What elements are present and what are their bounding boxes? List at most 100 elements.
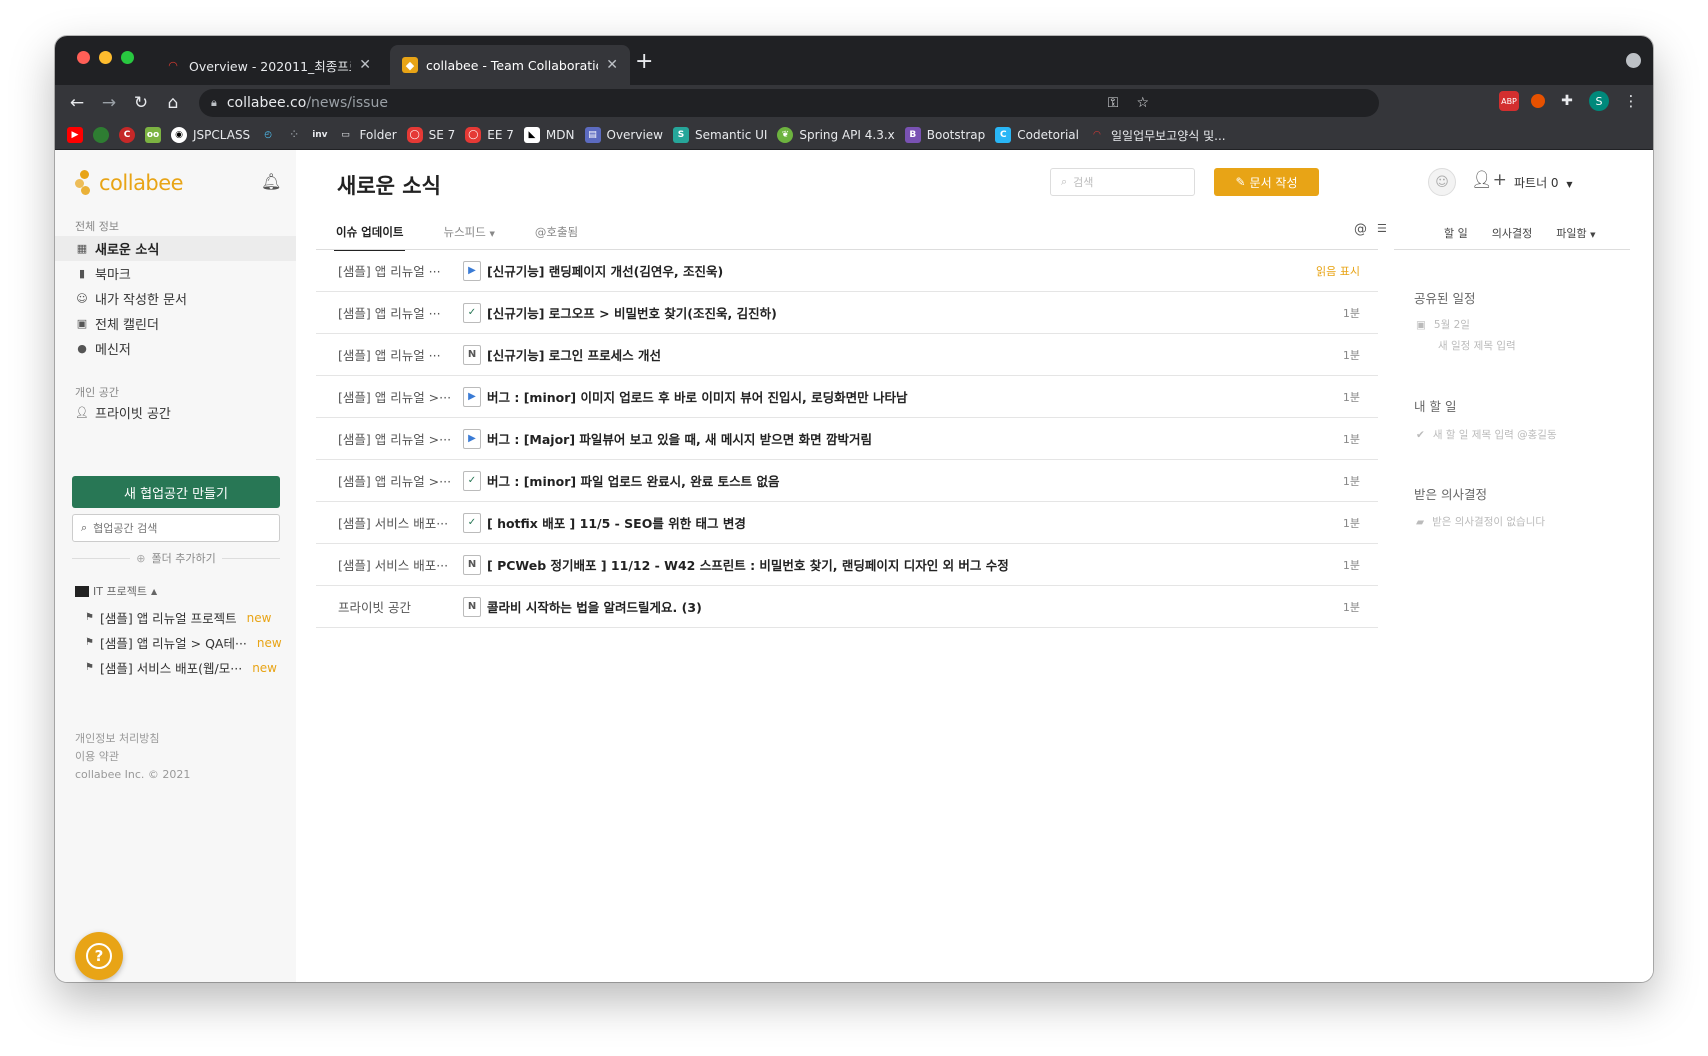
bookmark-jspclass[interactable]: ◉ JSPCLASS	[171, 127, 250, 143]
bookmark-inv[interactable]: inv	[312, 130, 327, 140]
close-window-button[interactable]	[77, 51, 90, 64]
bookmark-mdn[interactable]: ◣ MDN	[523, 127, 575, 143]
check-icon: ✓	[463, 512, 481, 533]
bookmark-overview[interactable]: ▤ Overview	[584, 127, 663, 143]
workspace-search[interactable]: ⌕	[72, 514, 280, 542]
tab-newsfeed[interactable]: 뉴스피드 ▼	[423, 216, 514, 250]
bookmark-dots[interactable]: ⁘	[286, 127, 302, 143]
write-document-button[interactable]: ✎ 문서 작성	[1214, 168, 1319, 196]
maximize-window-button[interactable]	[121, 51, 134, 64]
new-schedule-input[interactable]: 새 일정 제목 입력	[1438, 338, 1516, 353]
puzzle-icon[interactable]: ✚	[1557, 91, 1577, 111]
browser-tab-collabee[interactable]: ◆ collabee - Team Collaboration ✕	[390, 45, 630, 85]
feed-row[interactable]: [샘플] 서비스 배포··· N [ PCWeb 정기배포 ] 11/12 - …	[316, 544, 1378, 586]
calendar-icon: ▣	[76, 317, 88, 330]
project-item[interactable]: ⚑ [샘플] 앱 리뉴얼 > QA테··· new	[85, 633, 285, 652]
feed-title: [신규기능] 랜딩페이지 개선(김연우, 조진욱)	[487, 264, 724, 279]
collabee-logo[interactable]: collabee	[75, 170, 184, 196]
tab-close-icon[interactable]: ✕	[359, 57, 371, 73]
feed-row[interactable]: [샘플] 서비스 배포··· ✓ [ hotfix 배포 ] 11/5 - SE…	[316, 502, 1378, 544]
search-field[interactable]: ⌕ 검색	[1050, 168, 1195, 196]
bookmark-gauge[interactable]: ◴	[260, 127, 276, 143]
sidebar-item-messenger[interactable]: ● 메신저	[55, 336, 296, 361]
browser-tab-overview[interactable]: ◠ Overview - 202011_최종프로젝트 ✕	[153, 45, 383, 85]
feed-row[interactable]: [샘플] 앱 리뉴얼 >··· ✓ 버그 : [minor] 파일 업로드 완료…	[316, 460, 1378, 502]
tab-search-icon[interactable]	[1626, 53, 1641, 68]
footer-links: 개인정보 처리방침 이용 약관 collabee Inc. © 2021	[75, 730, 190, 784]
extension-icon[interactable]	[1531, 94, 1545, 108]
minimize-window-button[interactable]	[99, 51, 112, 64]
back-icon[interactable]: ←	[61, 93, 93, 113]
key-icon[interactable]: ⚿	[1108, 95, 1119, 111]
feed-row[interactable]: [샘플] 앱 리뉴얼 ··· ✓ [신규기능] 로그오프 > 비밀번호 찾기(조…	[316, 292, 1378, 334]
bookmark-spring[interactable]: ❦ Spring API 4.3.x	[777, 127, 895, 143]
home-icon[interactable]: ⌂	[157, 93, 189, 113]
bookmark-se7[interactable]: ◯ SE 7	[406, 127, 455, 143]
calendar-icon: ▣	[1416, 318, 1426, 331]
adblock-extension-icon[interactable]: ABP	[1499, 91, 1519, 111]
tab-title: collabee - Team Collaboration	[426, 57, 599, 73]
bookmark-folder[interactable]: ▭ Folder	[338, 127, 396, 143]
new-tab-icon[interactable]: +	[635, 49, 653, 74]
profile-avatar[interactable]: S	[1589, 91, 1609, 111]
logo-text: collabee	[99, 171, 184, 195]
bookmark-report[interactable]: ◠ 일일업무보고양식 및...	[1089, 127, 1226, 144]
address-bar[interactable]: 🔒︎ collabee.co/news/issue ⚿ ☆	[199, 89, 1379, 117]
tab-todo[interactable]: 할 일	[1444, 225, 1468, 241]
forward-icon[interactable]: →	[93, 93, 125, 113]
project-item[interactable]: ⚑ [샘플] 서비스 배포(웹/모··· new	[85, 658, 285, 677]
tab-issue-update[interactable]: 이슈 업데이트	[316, 216, 423, 251]
bookmark-ee7[interactable]: ◯ EE 7	[465, 127, 514, 143]
tab-files[interactable]: 파일함 ▼	[1556, 225, 1595, 241]
add-folder-button[interactable]: ⊕ 폴더 추가하기	[72, 550, 280, 566]
feed-row[interactable]: [샘플] 앱 리뉴얼 ··· N [신규기능] 로그인 프로세스 개선 1분	[316, 334, 1378, 376]
more-menu-icon[interactable]: ⋮	[1621, 91, 1641, 111]
search-icon: ⌕	[1061, 175, 1068, 188]
bookmark-semantic[interactable]: S Semantic UI	[673, 127, 767, 143]
reload-icon[interactable]: ↻	[125, 93, 157, 113]
workspace-search-input[interactable]	[93, 521, 264, 535]
window-controls	[77, 51, 134, 64]
play-icon: ▶	[463, 386, 481, 407]
help-button[interactable]: ?	[75, 932, 123, 980]
new-badge: new	[256, 635, 282, 650]
add-user-icon[interactable]: 👤︎+	[1471, 170, 1507, 190]
feed-row[interactable]: 프라이빗 공간 N 콜라비 시작하는 법을 알려드릴게요. (3) 1분	[316, 586, 1378, 628]
sidebar-item-private-space[interactable]: 👤︎ 프라이빗 공간	[55, 400, 296, 425]
bookmark-youtube[interactable]: ▶	[67, 127, 83, 143]
tab-mentions[interactable]: @호출됨	[515, 216, 598, 250]
bookmark-bootstrap[interactable]: B Bootstrap	[904, 127, 985, 143]
tab-close-icon[interactable]: ✕	[606, 57, 618, 73]
user-avatar[interactable]: ☺	[1428, 168, 1456, 196]
new-todo-input[interactable]: ✔ 새 할 일 제목 입력 @홍길동	[1416, 427, 1557, 442]
flag-icon: ⚑	[85, 612, 94, 623]
partner-dropdown[interactable]: 파트너 0 ▼	[1514, 174, 1573, 191]
tab-decision[interactable]: 의사결정	[1492, 225, 1532, 241]
feed-time: 1분	[1342, 348, 1360, 362]
mark-read-link[interactable]: 읽음 표시	[1288, 263, 1378, 279]
bookmark-codetorial[interactable]: C Codetorial	[995, 127, 1079, 143]
bookmark-c[interactable]: C	[119, 127, 135, 143]
feed-row[interactable]: [샘플] 앱 리뉴얼 >··· ▶ 버그 : [Major] 파일뷰어 보고 있…	[316, 418, 1378, 460]
star-icon[interactable]: ☆	[1136, 95, 1149, 111]
bell-icon[interactable]: 🔔︎	[261, 172, 281, 191]
feed-tabs: 이슈 업데이트 뉴스피드 ▼ @호출됨	[316, 216, 1378, 251]
feed-row[interactable]: [샘플] 앱 리뉴얼 ··· ▶ [신규기능] 랜딩페이지 개선(김연우, 조진…	[316, 250, 1378, 292]
privacy-policy-link[interactable]: 개인정보 처리방침	[75, 730, 190, 748]
sidebar-item-bookmark[interactable]: ▮ 북마크	[55, 261, 296, 286]
feed-row[interactable]: [샘플] 앱 리뉴얼 >··· ▶ 버그 : [minor] 이미지 업로드 후…	[316, 376, 1378, 418]
spring-icon: ❦	[777, 127, 794, 143]
at-icon[interactable]: @	[1354, 222, 1367, 237]
project-item[interactable]: ⚑ [샘플] 앱 리뉴얼 프로젝트 new	[85, 608, 285, 627]
terms-link[interactable]: 이용 약관	[75, 748, 190, 766]
project-folder[interactable]: IT 프로젝트 ▲	[75, 583, 157, 599]
oracle-icon: ◯	[406, 127, 423, 143]
new-workspace-button[interactable]: 새 협업공간 만들기	[72, 476, 280, 508]
bookmark-green[interactable]	[93, 127, 109, 143]
partner-label: 파트너 0	[1514, 176, 1559, 190]
sidebar-item-news[interactable]: ▦ 새로운 소식	[55, 236, 296, 261]
sidebar-item-my-docs[interactable]: ☺ 내가 작성한 문서	[55, 286, 296, 311]
bookmark-owl[interactable]: oo	[145, 127, 161, 143]
sort-icon[interactable]: ☰	[1377, 222, 1387, 237]
sidebar-item-calendar[interactable]: ▣ 전체 캘린더	[55, 311, 296, 336]
